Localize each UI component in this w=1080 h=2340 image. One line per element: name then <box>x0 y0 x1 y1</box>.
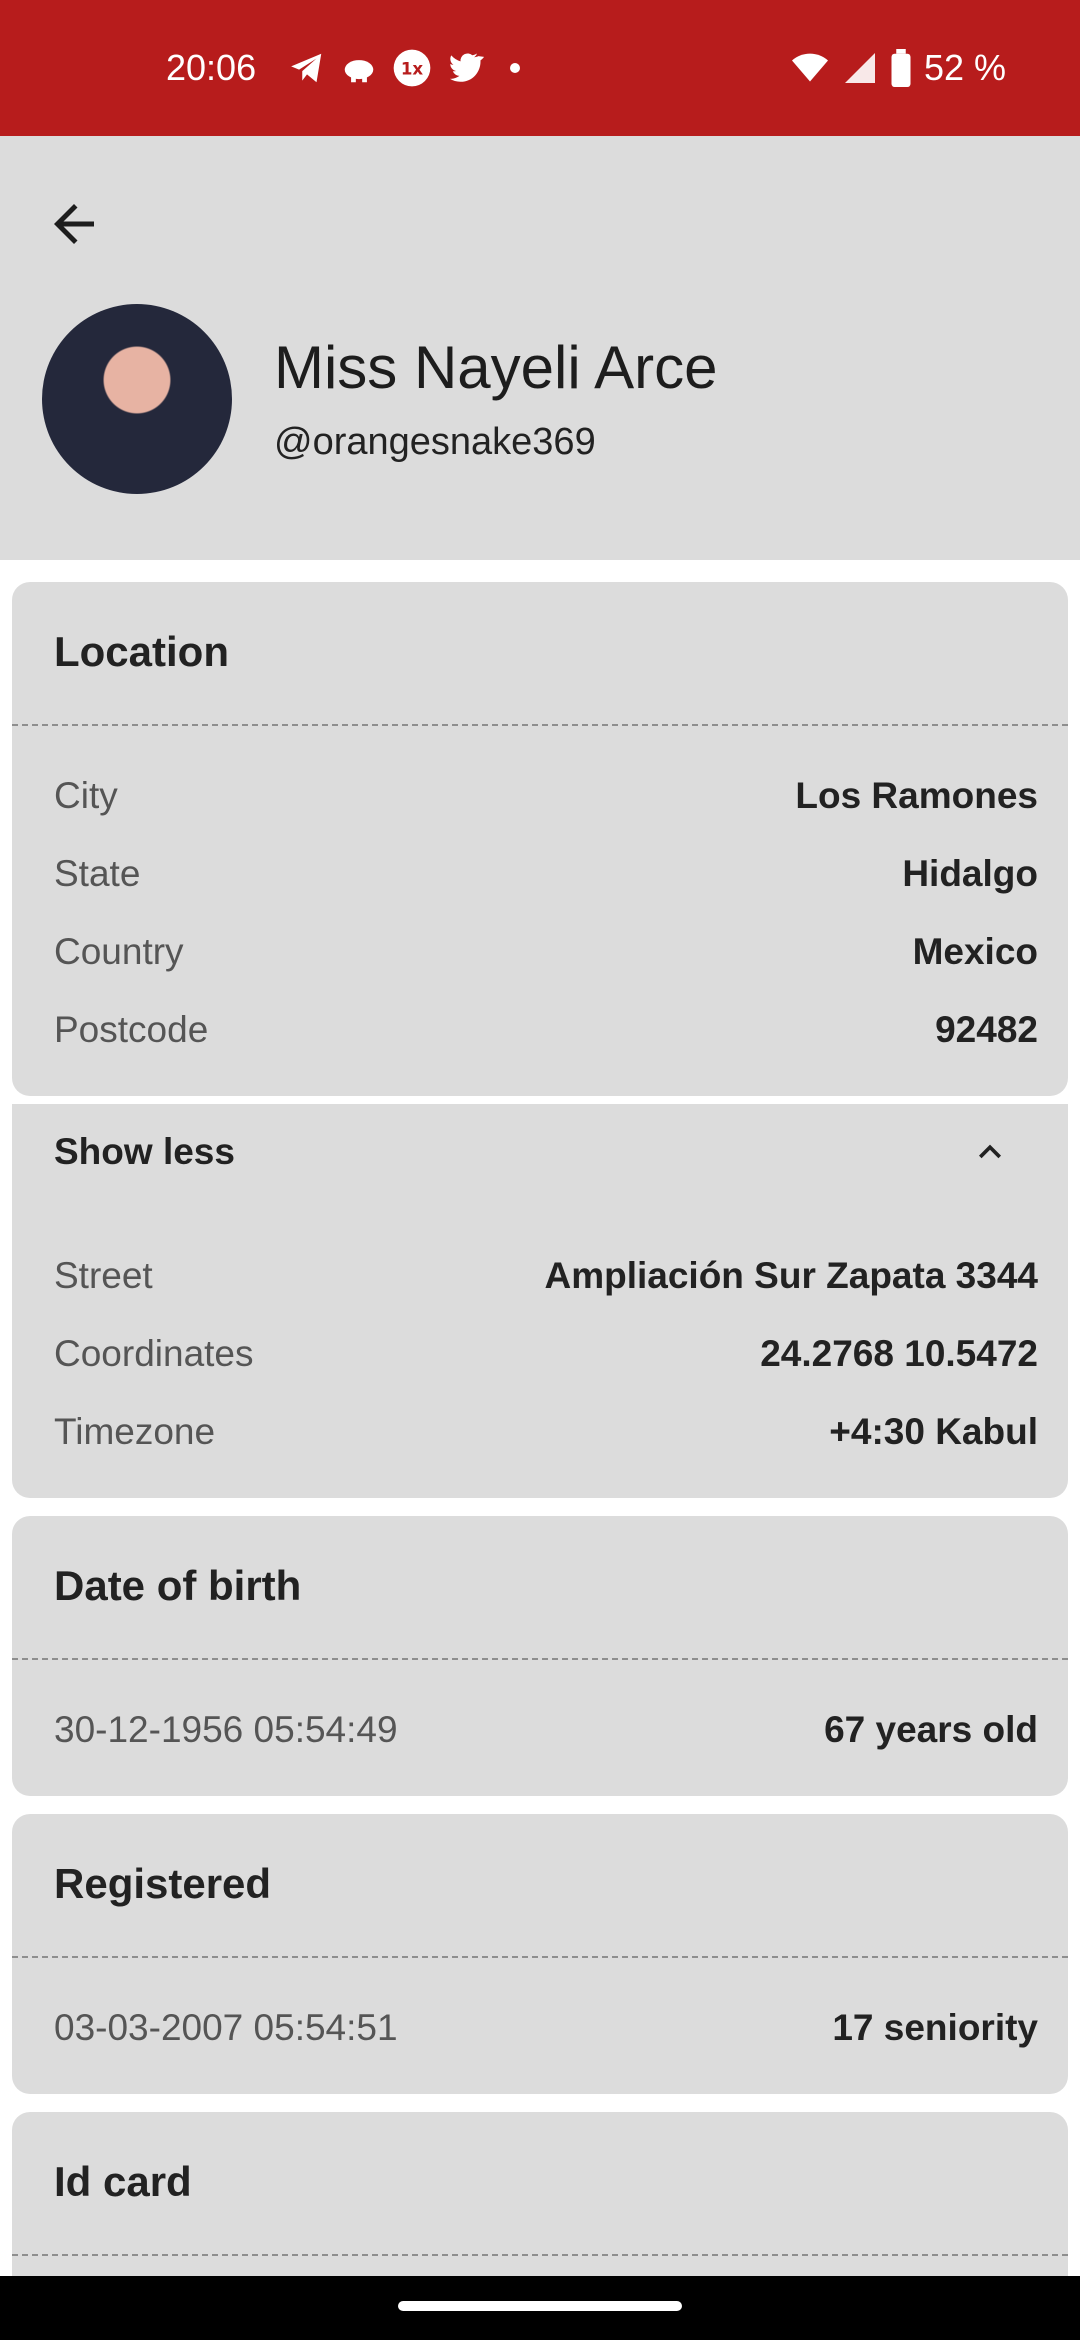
chevron-up-icon[interactable] <box>968 1130 1012 1174</box>
status-bar: 20:06 1x 52 % <box>0 0 1080 136</box>
telegram-icon <box>291 53 322 83</box>
row-value: Mexico <box>912 931 1038 972</box>
registered-date: 03-03-2007 05:54:51 <box>54 2007 398 2048</box>
row-registered: 03-03-2007 05:54:51 17 seniority <box>54 2002 1038 2054</box>
row-label: Postcode <box>54 1009 209 1050</box>
notification-icons: 1x <box>288 48 530 88</box>
idcard-title: Id card <box>54 2158 192 2205</box>
row-value: +4:30 Kabul <box>829 1411 1038 1452</box>
row-city: City Los Ramones <box>54 770 1038 822</box>
piggy-bank-icon <box>344 60 374 83</box>
row-state: State Hidalgo <box>54 848 1038 900</box>
row-label: State <box>54 853 141 894</box>
row-label: Timezone <box>54 1411 216 1452</box>
profile-handle: @orangesnake369 <box>274 421 596 463</box>
row-label: Country <box>54 931 184 972</box>
row-label: City <box>54 775 118 816</box>
row-label: Coordinates <box>54 1333 254 1374</box>
show-less-toggle[interactable]: Show less <box>54 1126 235 1178</box>
divider <box>12 1956 1068 1958</box>
avatar <box>42 304 232 494</box>
status-time: 20:06 <box>166 47 257 88</box>
row-birth: 30-12-1956 05:54:49 67 years old <box>54 1704 1038 1756</box>
wifi-icon <box>791 53 828 82</box>
row-value: Hidalgo <box>902 853 1038 894</box>
battery-icon <box>891 49 911 87</box>
birth-date: 30-12-1956 05:54:49 <box>54 1709 398 1750</box>
row-value: Ampliación Sur Zapata 3344 <box>544 1255 1038 1296</box>
location-title: Location <box>54 628 229 675</box>
battery-percent: 52 % <box>923 47 1006 88</box>
location-card: Location City Los Ramones State Hidalgo … <box>12 582 1068 1096</box>
system-status: 52 % <box>790 44 1006 92</box>
back-arrow-icon[interactable] <box>44 194 104 254</box>
dot-icon <box>510 63 520 73</box>
divider <box>12 2254 1068 2256</box>
signal-icon <box>844 53 875 83</box>
twitter-icon <box>449 53 485 82</box>
row-value: 92482 <box>935 1009 1038 1050</box>
row-label: Street <box>54 1255 153 1296</box>
row-coordinates: Coordinates 24.2768 10.5472 <box>54 1328 1038 1380</box>
row-country: Country Mexico <box>54 926 1038 978</box>
profile-header: Miss Nayeli Arce @orangesnake369 <box>0 136 1080 560</box>
divider <box>12 724 1068 726</box>
svg-text:1x: 1x <box>401 60 424 79</box>
row-timezone: Timezone +4:30 Kabul <box>54 1406 1038 1458</box>
row-postcode: Postcode 92482 <box>54 1004 1038 1056</box>
registered-seniority: 17 seniority <box>832 2007 1038 2048</box>
location-expanded-card: Show less Street Ampliación Sur Zapata 3… <box>12 1104 1068 1498</box>
birth-title: Date of birth <box>54 1562 302 1609</box>
divider <box>12 1658 1068 1660</box>
profile-name: Miss Nayeli Arce <box>274 334 718 401</box>
birth-card: Date of birth 30-12-1956 05:54:49 67 yea… <box>12 1516 1068 1796</box>
row-street: Street Ampliación Sur Zapata 3344 <box>54 1250 1038 1302</box>
row-value: Los Ramones <box>795 775 1038 816</box>
home-gesture-handle[interactable] <box>398 2301 682 2311</box>
row-value: 24.2768 10.5472 <box>760 1333 1038 1374</box>
registered-card: Registered 03-03-2007 05:54:51 17 senior… <box>12 1814 1068 2094</box>
onex-icon: 1x <box>393 49 431 87</box>
birth-age: 67 years old <box>824 1709 1038 1750</box>
registered-title: Registered <box>54 1860 272 1907</box>
